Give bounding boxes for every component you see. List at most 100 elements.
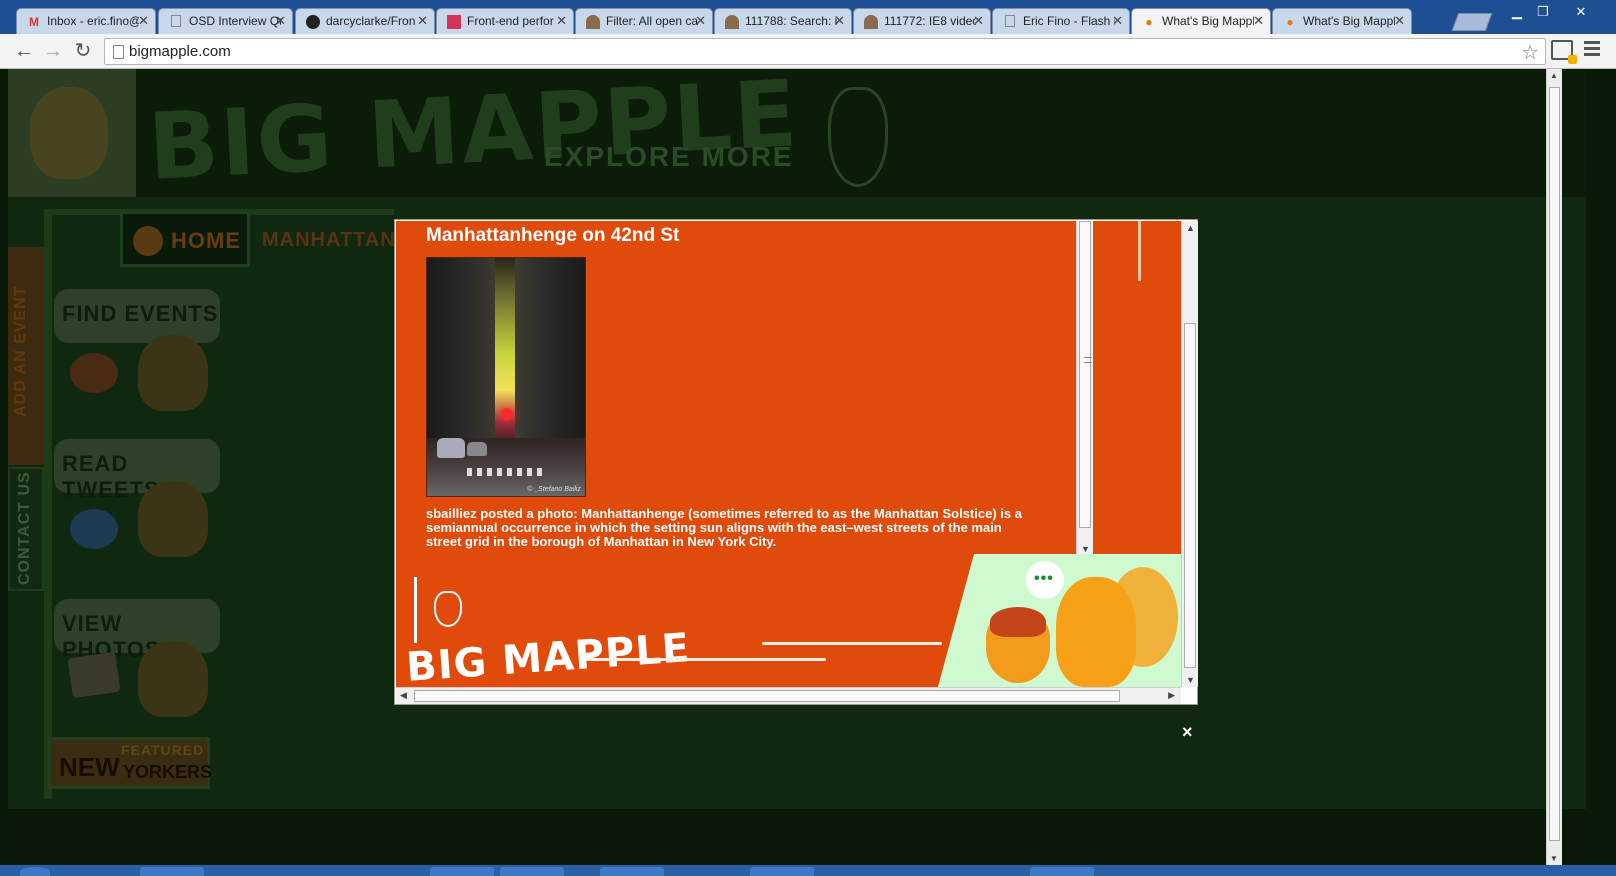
os-taskbar — [0, 865, 1616, 876]
back-arrow-icon[interactable]: ← — [11, 39, 37, 65]
scroll-right-icon[interactable]: ▶ — [1168, 690, 1175, 701]
modal-vertical-scrollbar[interactable]: ▲ ▼ — [1181, 221, 1198, 687]
featured-new-yorkers-button[interactable]: FEATURED NEW YORKERS — [48, 737, 212, 789]
close-tab-icon[interactable]: ✕ — [556, 13, 567, 29]
modal-content: Manhattanhenge on 42nd St © _Stefano Bai… — [396, 221, 1181, 687]
tab-inbox[interactable]: M Inbox - eric.fino@ ✕ — [16, 8, 156, 34]
post-caption: sbailliez posted a photo: Manhattanhenge… — [426, 506, 1022, 549]
page-scrollbar-thumb[interactable] — [1549, 87, 1560, 841]
tab-111772[interactable]: 111772: IE8 video ✕ — [853, 8, 991, 34]
tab-big-mapple[interactable]: ● What's Big Mappl ✕ — [1272, 8, 1412, 34]
page-scrollbar[interactable]: ▲ ▼ — [1546, 69, 1562, 865]
scroll-left-icon[interactable]: ◀ — [400, 690, 407, 701]
decorative-streak — [586, 658, 826, 661]
tab-github[interactable]: darcyclarke/Fron ✕ — [295, 8, 435, 34]
taskbar-item[interactable] — [430, 867, 494, 876]
close-tab-icon[interactable]: ✕ — [1253, 13, 1264, 29]
start-button[interactable] — [20, 867, 50, 876]
contact-us-side-tab[interactable]: CONTACT US — [8, 467, 44, 591]
tab-big-mapple-active[interactable]: ● What's Big Mappl ✕ — [1131, 8, 1271, 34]
acorn-mascot-icon — [986, 607, 1050, 683]
footer-logo: BIG MAPPLE — [404, 625, 692, 687]
caption-scrollbar[interactable]: ▼ — [1076, 221, 1093, 556]
forward-arrow-icon[interactable]: → — [40, 39, 66, 65]
chrome-menu-icon[interactable] — [1584, 41, 1600, 59]
caption-scrollbar-thumb[interactable] — [1079, 221, 1092, 528]
decorative-streak — [762, 642, 942, 645]
modal-horizontal-thumb[interactable] — [414, 690, 1120, 702]
acorn-icon — [70, 353, 118, 393]
taskbar-item[interactable] — [750, 867, 814, 876]
squirrel-mascot-icon — [1056, 577, 1136, 687]
bird-icon — [70, 509, 118, 549]
restore-icon[interactable]: ❐ — [1530, 4, 1556, 21]
decorative-line — [1138, 221, 1141, 281]
window-close-icon[interactable]: ✕ — [1568, 4, 1594, 21]
scroll-down-icon[interactable]: ▼ — [1186, 675, 1195, 685]
taskbar-item[interactable] — [1030, 867, 1094, 876]
tab-eric-fino[interactable]: Eric Fino - Flash P ✕ — [992, 8, 1130, 34]
squirrel-icon — [138, 481, 208, 557]
page-icon — [113, 45, 124, 59]
read-tweets-button[interactable]: READ TWEETS — [54, 439, 220, 502]
explore-more-link[interactable]: EXPLORE MORE — [544, 141, 794, 173]
scroll-up-icon[interactable]: ▲ — [1186, 223, 1195, 233]
url-text[interactable]: bigmapple.com — [129, 43, 231, 60]
acorn-icon — [133, 226, 163, 256]
cast-extension-icon[interactable] — [1551, 40, 1577, 64]
add-event-side-tab[interactable]: ADD AN EVENT — [8, 247, 44, 465]
address-bar[interactable]: bigmapple.com ☆ — [104, 38, 1546, 65]
github-icon — [306, 15, 320, 29]
manhattanhenge-photo[interactable]: © _Stefano Bailiz — [426, 257, 586, 497]
scroll-up-icon[interactable]: ▲ — [1550, 71, 1558, 80]
modal-vertical-thumb[interactable] — [1184, 323, 1196, 668]
tab-111788[interactable]: 111788: Search: i ✕ — [714, 8, 852, 34]
photo-icon — [67, 651, 121, 699]
minimize-icon[interactable]: ▁ — [1504, 4, 1530, 21]
document-icon — [1005, 15, 1015, 27]
slides-icon — [447, 15, 461, 29]
find-events-button[interactable]: FIND EVENTS — [54, 289, 220, 343]
gmail-icon: M — [29, 15, 39, 29]
acorn-icon: ● — [1145, 15, 1153, 29]
acorn-logo-icon — [434, 591, 462, 627]
close-tab-icon[interactable]: ✕ — [834, 13, 845, 29]
close-tab-icon[interactable]: ✕ — [695, 13, 706, 29]
bugzilla-icon — [725, 15, 739, 29]
modal-horizontal-scrollbar[interactable]: ◀ ▶ — [396, 687, 1181, 704]
nav-home[interactable]: HOME — [120, 211, 250, 267]
tab-filter[interactable]: Filter: All open ca ✕ — [575, 8, 713, 34]
tab-osd-interview[interactable]: OSD Interview Qu ✕ — [158, 8, 293, 34]
close-tab-icon[interactable]: ✕ — [138, 13, 149, 29]
taskbar-item[interactable] — [140, 867, 204, 876]
reload-icon[interactable]: ↻ — [70, 39, 96, 65]
grass-footer — [8, 809, 1586, 865]
tab-frontend-perf[interactable]: Front-end perfor ✕ — [436, 8, 574, 34]
close-tab-icon[interactable]: ✕ — [275, 13, 286, 29]
nav-manhattan[interactable]: MANHATTAN — [262, 229, 396, 252]
browser-toolbar: ← → ↻ bigmapple.com ☆ — [0, 34, 1616, 69]
close-tab-icon[interactable]: ✕ — [417, 13, 428, 29]
decorative-line — [414, 577, 417, 643]
taskbar-item[interactable] — [500, 867, 564, 876]
scroll-down-icon[interactable]: ▼ — [1550, 854, 1558, 863]
new-tab-button[interactable] — [1451, 13, 1493, 31]
close-tab-icon[interactable]: ✕ — [1112, 13, 1123, 29]
bugzilla-icon — [864, 15, 878, 29]
bookmark-star-icon[interactable]: ☆ — [1521, 40, 1539, 65]
close-tab-icon[interactable]: ✕ — [1394, 13, 1405, 29]
squirrel-icon — [138, 641, 208, 717]
photo-modal: Manhattanhenge on 42nd St © _Stefano Bai… — [394, 219, 1198, 705]
photo-watermark: © _Stefano Bailiz — [527, 486, 581, 493]
taskbar-item[interactable] — [600, 867, 664, 876]
acorn-decoration-icon — [828, 87, 888, 187]
view-photos-button[interactable]: VIEW PHOTOS. — [54, 599, 220, 662]
modal-close-icon[interactable]: × — [1182, 722, 1193, 743]
chat-bubble-icon[interactable]: ••• — [1026, 561, 1064, 599]
document-icon — [171, 15, 181, 27]
close-tab-icon[interactable]: ✕ — [973, 13, 984, 29]
bugzilla-icon — [586, 15, 600, 29]
squirrel-logo-icon[interactable] — [8, 69, 136, 197]
acorn-icon: ● — [1286, 15, 1294, 29]
scroll-down-icon[interactable]: ▼ — [1081, 544, 1090, 554]
